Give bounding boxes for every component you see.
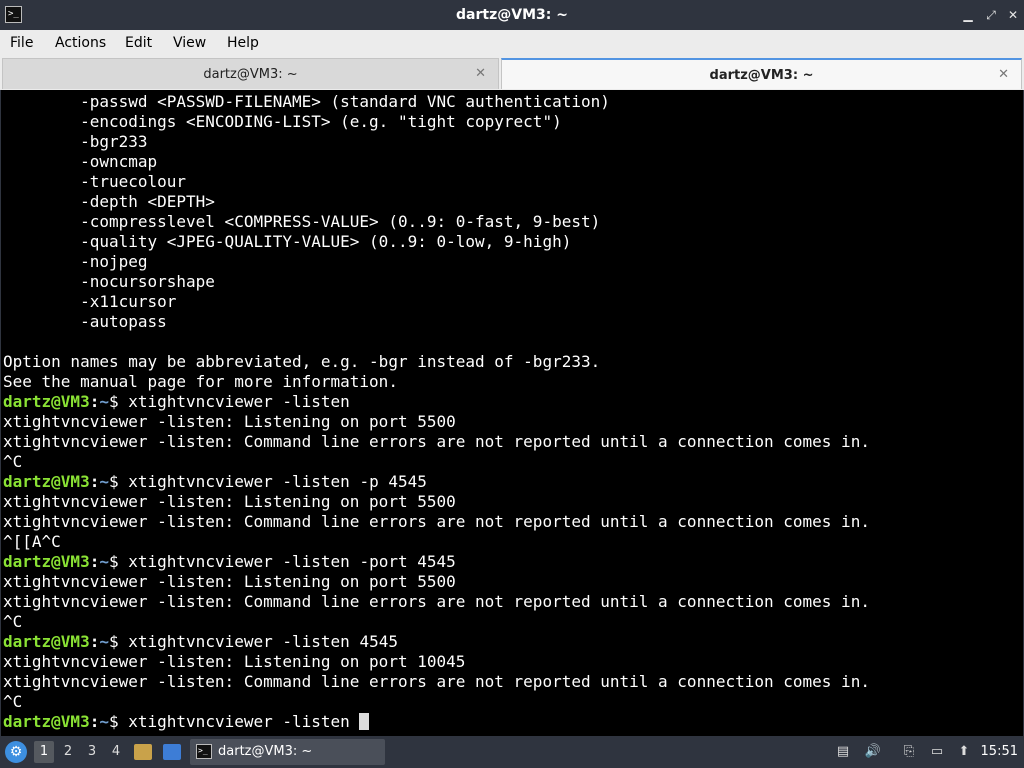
prompt-path: ~: [99, 552, 109, 571]
terminal-output-line: -x11cursor: [3, 292, 177, 311]
display-icon[interactable]: ▭: [928, 743, 946, 761]
terminal-output-line: ^C: [3, 452, 23, 471]
menu-view[interactable]: View: [173, 30, 206, 56]
terminal-output-line: xtightvncviewer -listen: Listening on po…: [3, 652, 466, 671]
prompt-path: ~: [99, 472, 109, 491]
start-menu-icon[interactable]: ⚙: [5, 741, 27, 763]
network-icon[interactable]: ▤: [834, 743, 852, 761]
command-text: xtightvncviewer -listen: [128, 392, 350, 411]
clock[interactable]: 15:51: [981, 736, 1018, 768]
prompt-path: ~: [99, 712, 109, 731]
command-text: xtightvncviewer -listen -port 4545: [128, 552, 456, 571]
tab-close-icon[interactable]: ✕: [475, 66, 486, 82]
terminal-output-line: xtightvncviewer -listen: Command line er…: [3, 592, 870, 611]
tab-terminal-2[interactable]: dartz@VM3: ~ ✕: [501, 58, 1022, 89]
prompt-separator: :: [89, 472, 100, 491]
prompt-symbol: $: [108, 392, 129, 411]
prompt-user: dartz@VM3: [3, 392, 90, 411]
terminal-output-line: -nocursorshape: [3, 272, 215, 291]
show-desktop-icon[interactable]: [163, 744, 181, 760]
terminal-output-line: -autopass: [3, 312, 167, 331]
terminal-prompt-line: dartz@VM3:~$ xtightvncviewer -listen -p …: [3, 472, 870, 492]
terminal-output-line: -quality <JPEG-QUALITY-VALUE> (0..9: 0-l…: [3, 232, 572, 251]
terminal-output-line: xtightvncviewer -listen: Command line er…: [3, 512, 870, 531]
workspace-4[interactable]: 4: [106, 741, 126, 763]
terminal-prompt-line: dartz@VM3:~$ xtightvncviewer -listen: [3, 392, 870, 412]
workspace-1[interactable]: 1: [34, 741, 54, 763]
terminal-prompt-line: dartz@VM3:~$ xtightvncviewer -listen: [3, 712, 870, 732]
close-icon[interactable]: ✕: [1005, 7, 1021, 23]
prompt-user: dartz@VM3: [3, 632, 90, 651]
prompt-path: ~: [99, 392, 109, 411]
terminal-output-line: -encodings <ENCODING-LIST> (e.g. "tight …: [3, 112, 562, 131]
prompt-path: ~: [99, 632, 109, 651]
terminal-icon: >_: [196, 744, 212, 759]
maximize-icon[interactable]: ⤢: [983, 7, 999, 23]
tab-terminal-1[interactable]: dartz@VM3: ~ ✕: [2, 58, 499, 89]
terminal-output-line: ^[[A^C: [3, 532, 61, 551]
prompt-symbol: $: [108, 552, 129, 571]
terminal-output-line: Option names may be abbreviated, e.g. -b…: [3, 352, 601, 371]
terminal-output-line: -passwd <PASSWD-FILENAME> (standard VNC …: [3, 92, 610, 111]
prompt-symbol: $: [108, 712, 129, 731]
update-icon[interactable]: ⬆: [955, 743, 973, 761]
tab-bar: dartz@VM3: ~ ✕ dartz@VM3: ~ ✕: [0, 56, 1024, 90]
terminal-output-line: xtightvncviewer -listen: Listening on po…: [3, 412, 456, 431]
terminal-prompt-line: dartz@VM3:~$ xtightvncviewer -listen 454…: [3, 632, 870, 652]
menu-edit[interactable]: Edit: [125, 30, 152, 56]
menu-bar: File Actions Edit View Help: [0, 30, 1024, 56]
terminal-cursor: [359, 713, 370, 730]
file-manager-icon[interactable]: [134, 744, 152, 760]
terminal-output-line: ^C: [3, 692, 23, 711]
terminal-prompt-line: dartz@VM3:~$ xtightvncviewer -listen -po…: [3, 552, 870, 572]
prompt-separator: :: [89, 392, 100, 411]
prompt-symbol: $: [108, 632, 129, 651]
menu-file[interactable]: File: [10, 30, 33, 56]
taskbar: ⚙ 1 2 3 4 >_ dartz@VM3: ~ ▤ 🔊 ⎘ ▭ ⬆ 15:5…: [0, 736, 1024, 768]
volume-icon[interactable]: 🔊: [864, 743, 882, 761]
task-label: dartz@VM3: ~: [218, 744, 313, 759]
terminal-output-line: ^C: [3, 612, 23, 631]
clipboard-icon[interactable]: ⎘: [900, 743, 918, 761]
terminal-output-line: xtightvncviewer -listen: Command line er…: [3, 432, 870, 451]
terminal-output-line: See the manual page for more information…: [3, 372, 398, 391]
tab-label: dartz@VM3: ~: [709, 68, 814, 83]
command-text: xtightvncviewer -listen -p 4545: [128, 472, 427, 491]
tab-close-icon[interactable]: ✕: [998, 67, 1009, 83]
terminal-output[interactable]: -passwd <PASSWD-FILENAME> (standard VNC …: [0, 90, 1024, 736]
terminal-output-line: -truecolour: [3, 172, 187, 191]
title-bar: >_ dartz@VM3: ~ ▁ ⤢ ✕: [0, 0, 1024, 30]
command-text: xtightvncviewer -listen 4545: [128, 632, 398, 651]
terminal-output-line: -depth <DEPTH>: [3, 192, 215, 211]
tab-label: dartz@VM3: ~: [203, 67, 298, 82]
prompt-user: dartz@VM3: [3, 472, 90, 491]
terminal-output-line: -owncmap: [3, 152, 158, 171]
menu-actions[interactable]: Actions: [55, 30, 106, 56]
minimize-icon[interactable]: ▁: [960, 7, 976, 23]
prompt-separator: :: [89, 552, 100, 571]
window-title: dartz@VM3: ~: [456, 7, 568, 23]
command-text: xtightvncviewer -listen: [128, 712, 360, 731]
prompt-symbol: $: [108, 472, 129, 491]
terminal-output-line: xtightvncviewer -listen: Listening on po…: [3, 492, 456, 511]
taskbar-task-terminal[interactable]: >_ dartz@VM3: ~: [190, 739, 385, 765]
prompt-user: dartz@VM3: [3, 712, 90, 731]
terminal-output-line: -bgr233: [3, 132, 148, 151]
terminal-lines: -passwd <PASSWD-FILENAME> (standard VNC …: [3, 92, 870, 732]
terminal-output-line: xtightvncviewer -listen: Command line er…: [3, 672, 870, 691]
prompt-separator: :: [89, 632, 100, 651]
terminal-output-line: xtightvncviewer -listen: Listening on po…: [3, 572, 456, 591]
prompt-user: dartz@VM3: [3, 552, 90, 571]
workspace-3[interactable]: 3: [82, 741, 102, 763]
terminal-output-line: -compresslevel <COMPRESS-VALUE> (0..9: 0…: [3, 212, 601, 231]
prompt-separator: :: [89, 712, 100, 731]
workspace-2[interactable]: 2: [58, 741, 78, 763]
menu-help[interactable]: Help: [227, 30, 259, 56]
terminal-output-line: -nojpeg: [3, 252, 148, 271]
